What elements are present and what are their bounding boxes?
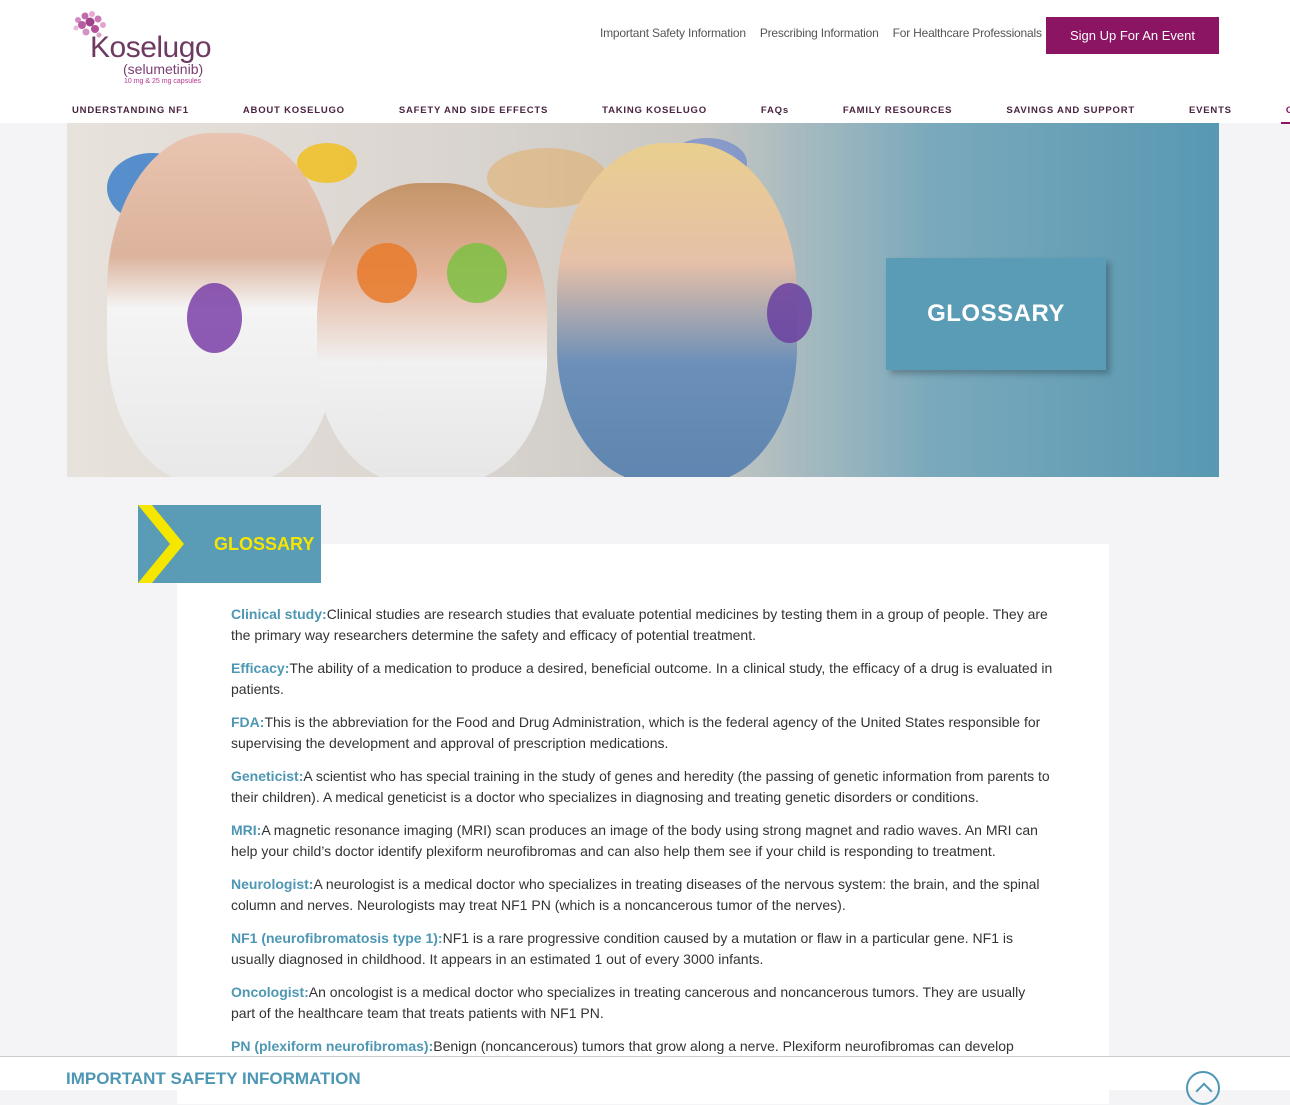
util-link-isi[interactable]: Important Safety Information xyxy=(600,26,746,40)
term-definition: A neurologist is a medical doctor who sp… xyxy=(231,876,1040,913)
hero-person-mother xyxy=(557,143,797,477)
term-definition: A magnetic resonance imaging (MRI) scan … xyxy=(231,822,1038,859)
nav-faqs[interactable]: FAQs xyxy=(756,105,794,116)
section-tag-label: GLOSSARY xyxy=(214,533,315,554)
term-definition: This is the abbreviation for the Food an… xyxy=(231,714,1041,751)
term-name: Efficacy: xyxy=(231,660,290,676)
term-name: Clinical study: xyxy=(231,606,327,622)
nav-taking-koselugo[interactable]: TAKING KOSELUGO xyxy=(597,105,712,116)
sign-up-event-button[interactable]: Sign Up For An Event xyxy=(1046,17,1219,54)
term-name: MRI: xyxy=(231,822,262,838)
hero-title-box: GLOSSARY xyxy=(886,258,1106,370)
hero-banner: GLOSSARY xyxy=(67,123,1219,477)
isi-bar[interactable]: IMPORTANT SAFETY INFORMATION xyxy=(0,1056,1290,1105)
term-name: NF1 (neurofibromatosis type 1): xyxy=(231,930,443,946)
painted-hand xyxy=(447,243,507,303)
term-name: Oncologist: xyxy=(231,984,309,1000)
glossary-term: Efficacy:The ability of a medication to … xyxy=(231,658,1053,699)
term-definition: Clinical studies are research studies th… xyxy=(231,606,1048,643)
utility-nav: Important Safety Information Prescribing… xyxy=(600,26,1068,40)
nav-safety-side-effects[interactable]: SAFETY AND SIDE EFFECTS xyxy=(394,105,553,116)
koselugo-logo[interactable]: Koselugo (selumetinib) 10 mg & 25 mg cap… xyxy=(68,8,212,88)
util-link-hcp[interactable]: For Healthcare Professionals xyxy=(893,26,1042,40)
term-name: PN (plexiform neurofibromas): xyxy=(231,1038,434,1054)
isi-title[interactable]: IMPORTANT SAFETY INFORMATION xyxy=(66,1069,361,1089)
painted-hand xyxy=(767,283,812,343)
nav-savings-support[interactable]: SAVINGS AND SUPPORT xyxy=(1001,105,1140,116)
nav-understanding-nf1[interactable]: UNDERSTANDING NF1 xyxy=(67,105,194,116)
term-definition: The ability of a medication to produce a… xyxy=(231,660,1053,697)
nav-glossary[interactable]: GLOSSARY xyxy=(1280,105,1290,124)
nav-family-resources[interactable]: FAMILY RESOURCES xyxy=(838,105,957,116)
util-link-prescribing[interactable]: Prescribing Information xyxy=(760,26,879,40)
term-name: Geneticist: xyxy=(231,768,304,784)
glossary-list: Clinical study:Clinical studies are rese… xyxy=(231,604,1053,1090)
painted-hand xyxy=(187,283,242,353)
painted-hand xyxy=(357,243,417,303)
chevron-icon xyxy=(138,505,184,583)
glossary-term: Oncologist:An oncologist is a medical do… xyxy=(231,982,1053,1023)
glossary-term: Clinical study:Clinical studies are rese… xyxy=(231,604,1053,645)
brand-generic: (selumetinib) xyxy=(123,61,204,77)
paint-splash xyxy=(297,143,357,183)
nav-events[interactable]: EVENTS xyxy=(1184,105,1237,116)
glossary-term: Geneticist:A scientist who has special t… xyxy=(231,766,1053,807)
brand-dose: 10 mg & 25 mg capsules xyxy=(124,78,202,85)
hero-title: GLOSSARY xyxy=(927,300,1065,327)
glossary-term: MRI:A magnetic resonance imaging (MRI) s… xyxy=(231,820,1053,861)
glossary-term: NF1 (neurofibromatosis type 1):NF1 is a … xyxy=(231,928,1053,969)
site-header: Koselugo (selumetinib) 10 mg & 25 mg cap… xyxy=(0,0,1290,124)
brand-name: Koselugo xyxy=(90,31,212,64)
glossary-term: FDA:This is the abbreviation for the Foo… xyxy=(231,712,1053,753)
term-name: FDA: xyxy=(231,714,265,730)
glossary-term: Neurologist:A neurologist is a medical d… xyxy=(231,874,1053,915)
main-nav: UNDERSTANDING NF1 ABOUT KOSELUGO SAFETY … xyxy=(67,98,1290,124)
hero-person-child xyxy=(317,183,547,477)
term-name: Neurologist: xyxy=(231,876,314,892)
back-to-top-icon[interactable] xyxy=(1186,1071,1220,1105)
term-definition: An oncologist is a medical doctor who sp… xyxy=(231,984,1026,1021)
term-definition: A scientist who has special training in … xyxy=(231,768,1050,805)
nav-about-koselugo[interactable]: ABOUT KOSELUGO xyxy=(238,105,350,116)
section-tag: GLOSSARY xyxy=(138,505,321,583)
